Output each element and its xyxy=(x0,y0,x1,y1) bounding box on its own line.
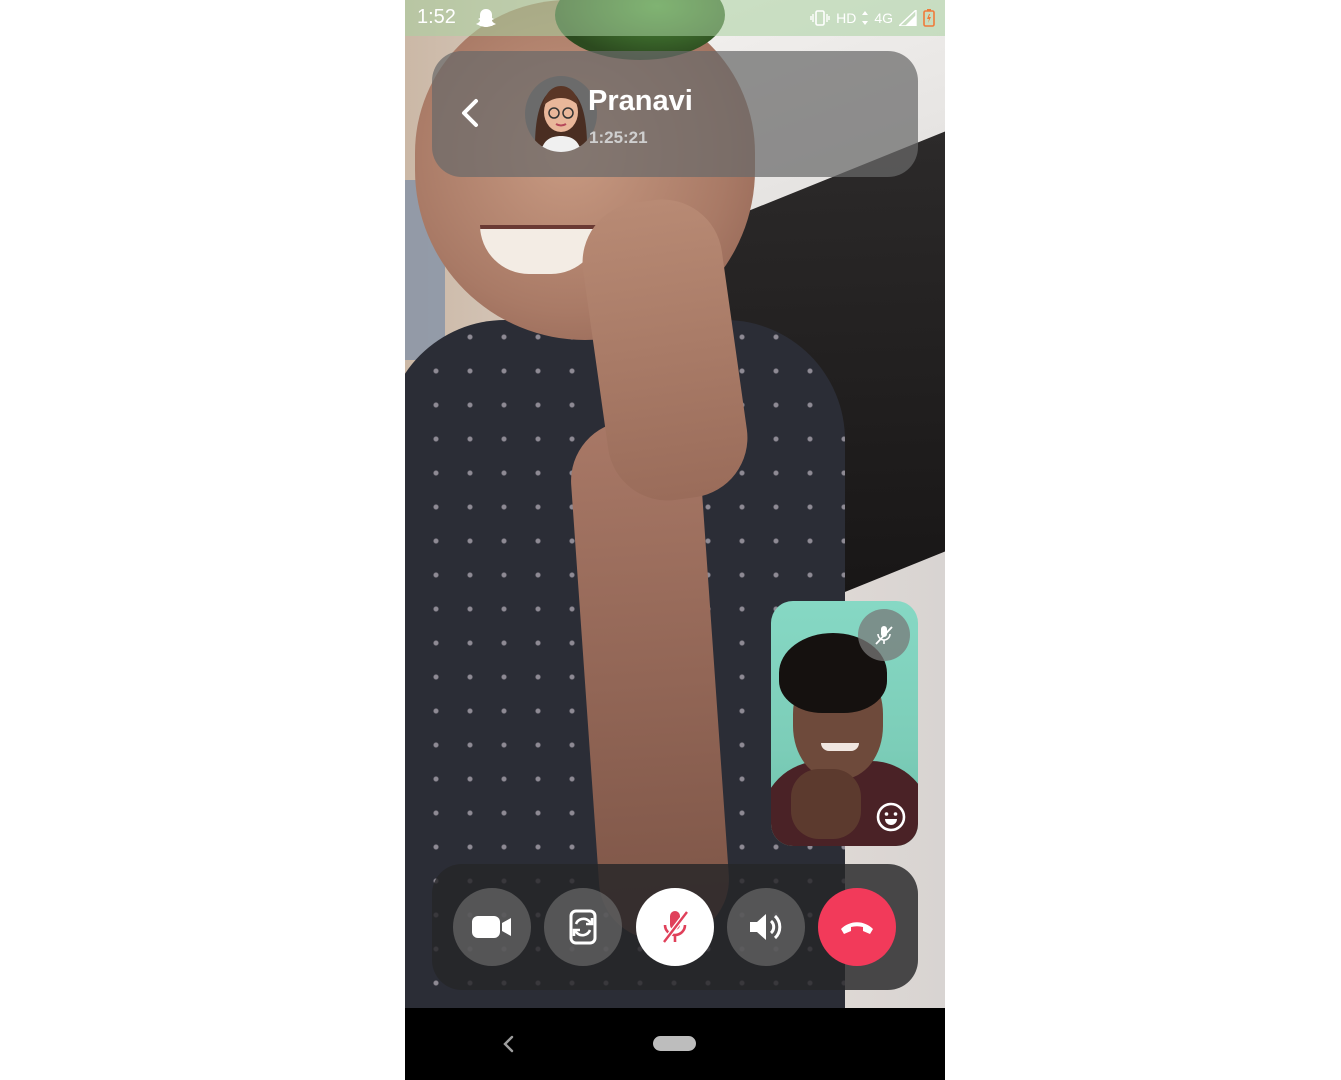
call-header: Pranavi 1:25:21 xyxy=(432,51,918,177)
call-duration: 1:25:21 xyxy=(589,128,648,147)
mic-off-icon xyxy=(662,910,689,944)
status-bar: 1:52 HD 4G xyxy=(405,0,945,36)
avatar[interactable] xyxy=(525,76,597,152)
speaker-icon xyxy=(750,914,782,940)
vibrate-icon xyxy=(810,10,830,26)
data-arrows-icon xyxy=(862,11,869,25)
self-view-video[interactable] xyxy=(771,601,918,846)
caller-name: Pranavi xyxy=(588,85,693,117)
flip-camera-icon xyxy=(569,909,597,945)
signal-icon xyxy=(899,10,917,26)
status-time: 1:52 xyxy=(417,6,456,28)
battery-icon xyxy=(923,9,935,27)
video-toggle-button[interactable] xyxy=(453,888,531,966)
network-type-label: 4G xyxy=(874,10,893,26)
lens-smiley-icon[interactable] xyxy=(871,797,911,837)
speaker-button[interactable] xyxy=(727,888,805,966)
call-controls-bar xyxy=(432,864,918,990)
phone-screen: 1:52 HD 4G Pranavi 1:25:21 xyxy=(405,0,945,1080)
chevron-left-icon xyxy=(462,99,478,127)
hang-up-icon xyxy=(841,922,873,934)
back-button[interactable] xyxy=(454,95,490,131)
flip-camera-button[interactable] xyxy=(544,888,622,966)
mute-button[interactable] xyxy=(636,888,714,966)
system-nav-bar xyxy=(405,1008,945,1080)
video-camera-icon xyxy=(472,916,511,938)
self-mic-off-icon xyxy=(858,609,910,661)
nav-back-button[interactable] xyxy=(497,1030,521,1058)
end-call-button[interactable] xyxy=(818,888,896,966)
nav-home-pill[interactable] xyxy=(653,1036,696,1051)
snapchat-ghost-icon xyxy=(475,8,497,28)
nav-back-icon xyxy=(503,1035,514,1053)
status-indicators: HD 4G xyxy=(810,8,935,28)
hd-label: HD xyxy=(836,10,857,26)
